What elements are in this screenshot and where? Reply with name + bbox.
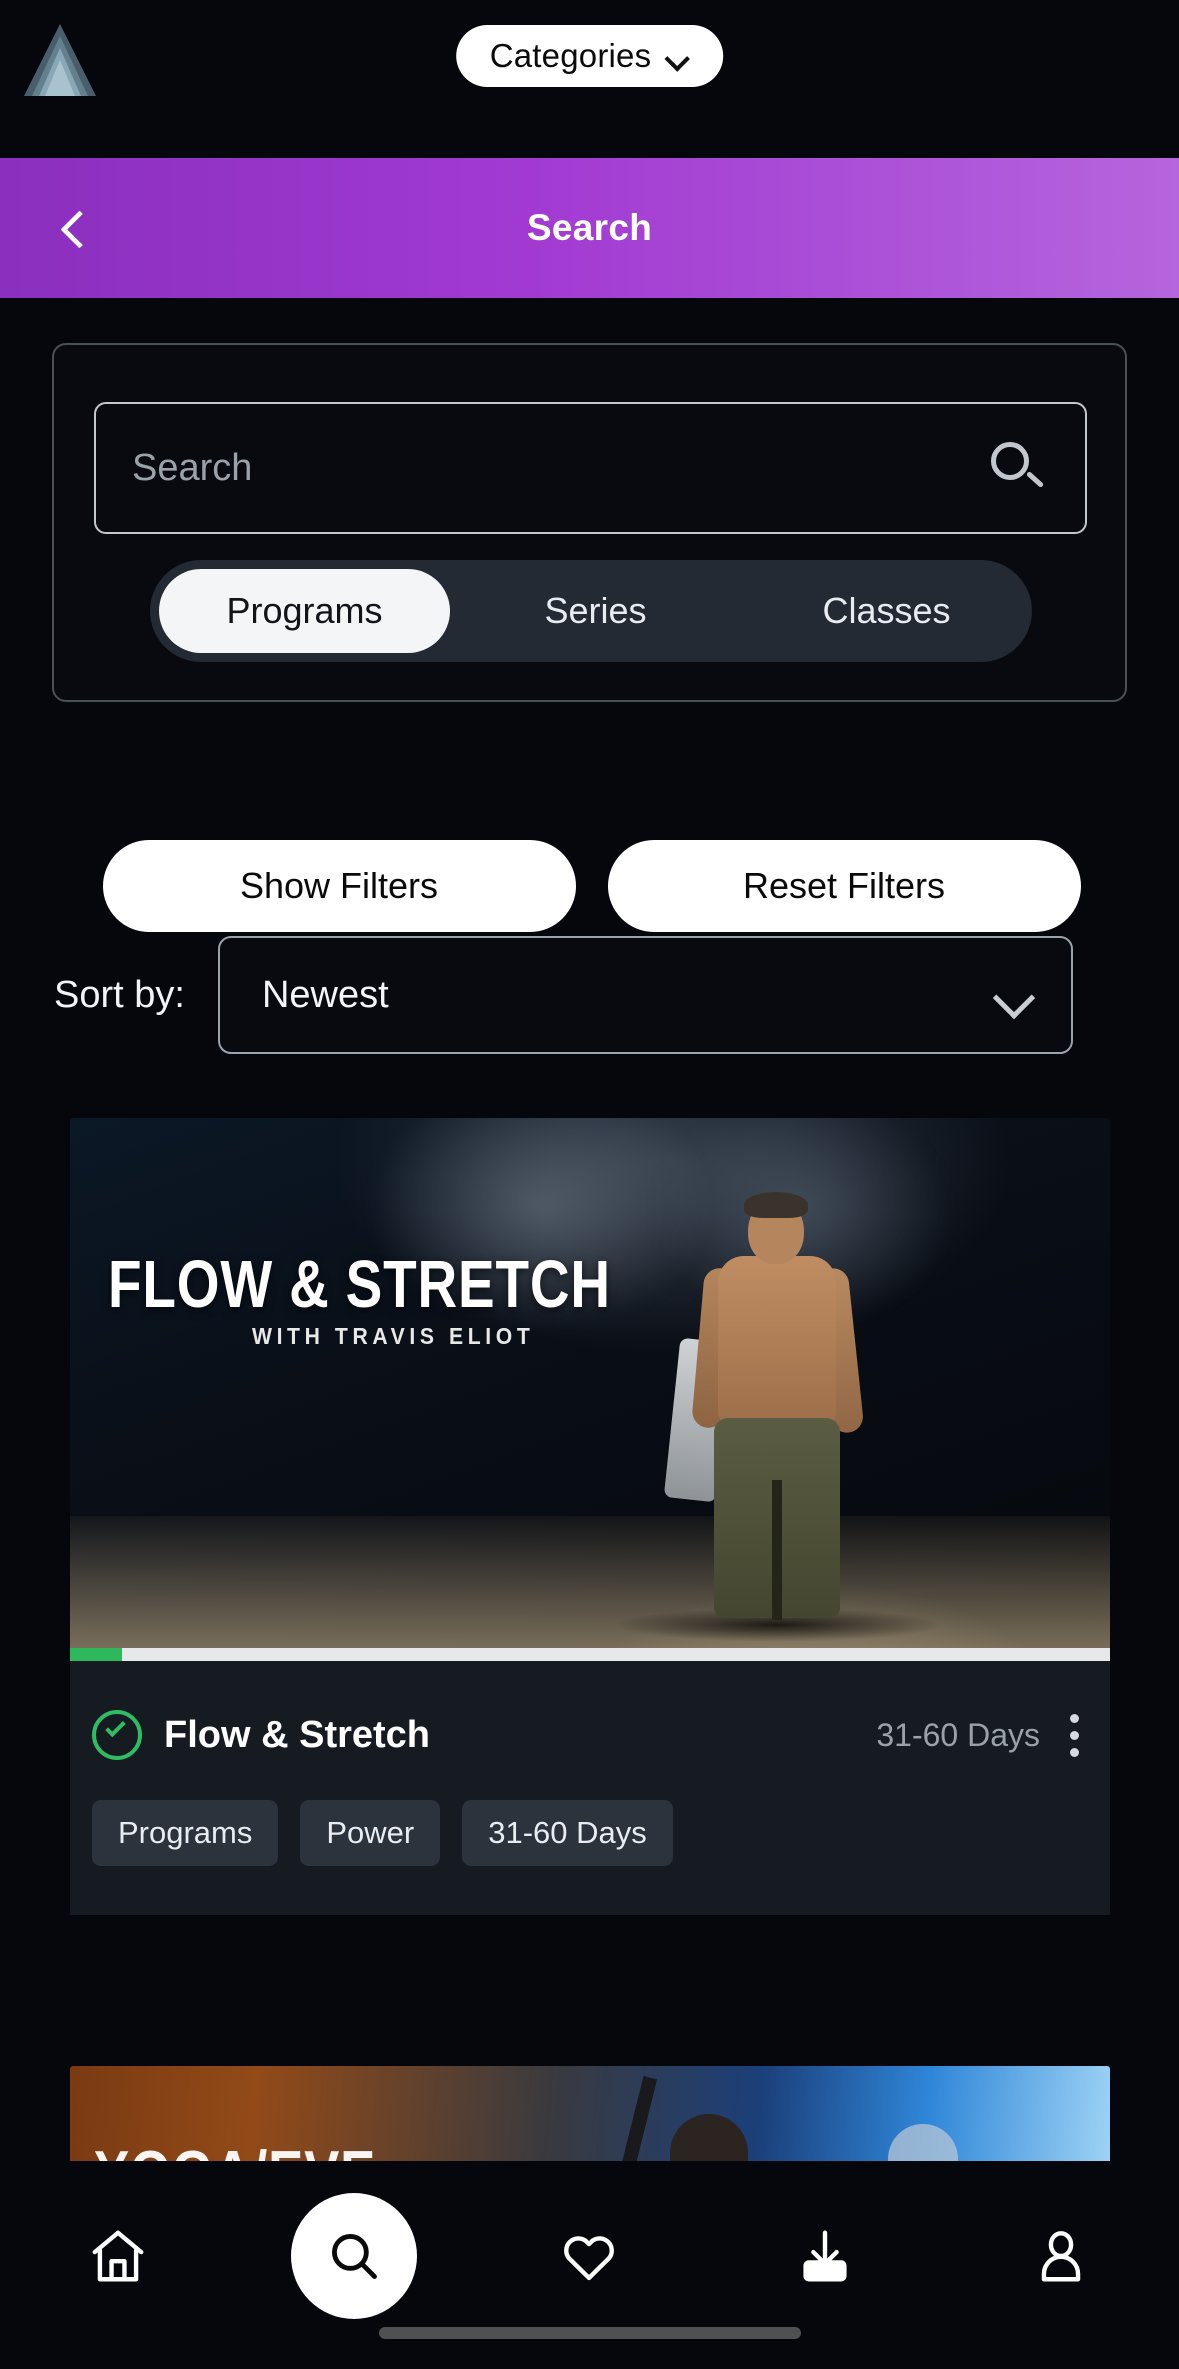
home-icon — [92, 2230, 144, 2282]
tab-series[interactable]: Series — [450, 569, 741, 653]
chevron-down-icon — [995, 983, 1035, 1007]
tag-chip[interactable]: Programs — [92, 1800, 279, 1866]
show-filters-button[interactable]: Show Filters — [102, 840, 576, 932]
top-bar: Categories — [0, 0, 1179, 158]
reset-filters-button[interactable]: Reset Filters — [607, 840, 1081, 932]
search-icon — [331, 2234, 377, 2279]
card-tag-row: Programs Power 31-60 Days — [92, 1800, 1092, 1866]
nav-downloads[interactable] — [735, 2191, 915, 2321]
tag-chip[interactable]: 31-60 Days — [462, 1800, 673, 1866]
artwork-title: FLOW & STRETCH — [108, 1247, 611, 1322]
home-indicator — [378, 2327, 801, 2339]
content-type-segmented-control[interactable]: Programs Series Classes — [150, 560, 1032, 662]
download-icon — [803, 2230, 847, 2282]
heart-icon — [564, 2236, 615, 2281]
progress-bar-fill — [70, 1648, 122, 1661]
pyramid-logo — [24, 24, 96, 96]
tab-classes[interactable]: Classes — [741, 569, 1032, 653]
search-input[interactable] — [96, 446, 989, 490]
tag-chip[interactable]: Power — [300, 1800, 441, 1866]
card-info-panel: Flow & Stretch 31-60 Days Programs Power… — [70, 1661, 1110, 1915]
search-icon[interactable] — [989, 440, 1045, 496]
check-circle-icon — [92, 1710, 142, 1760]
sort-by-select[interactable]: Newest — [217, 936, 1073, 1054]
sort-row: Sort by: Newest — [54, 935, 1129, 1055]
search-field-wrapper[interactable] — [94, 402, 1087, 534]
artwork-figure — [612, 1190, 942, 1642]
card-title: Flow & Stretch — [164, 1713, 431, 1756]
artwork-floor — [70, 1516, 1110, 1648]
app-screen: Categories Search Programs Series Classe… — [0, 0, 1179, 2369]
card-title-row: Flow & Stretch 31-60 Days — [70, 1697, 1110, 1773]
sort-by-label: Sort by: — [54, 973, 185, 1016]
page-title: Search — [526, 207, 653, 248]
nav-home[interactable] — [28, 2191, 208, 2321]
kebab-menu-icon[interactable] — [1070, 1710, 1080, 1760]
categories-dropdown[interactable]: Categories — [455, 25, 724, 87]
page-header: Search — [0, 158, 1179, 298]
nav-profile[interactable] — [971, 2191, 1151, 2321]
profile-icon — [1041, 2231, 1081, 2282]
progress-bar — [70, 1648, 1110, 1661]
filter-button-row: Show Filters Reset Filters — [54, 840, 1129, 932]
categories-label: Categories — [489, 37, 652, 74]
sort-by-value: Newest — [261, 973, 389, 1016]
nav-favorites[interactable] — [499, 2191, 679, 2321]
card-duration-label: 31-60 Days — [876, 1716, 1040, 1753]
chevron-down-icon — [667, 50, 689, 63]
artwork-subtitle: WITH TRAVIS ELIOT — [252, 1323, 535, 1349]
nav-search[interactable] — [264, 2191, 444, 2321]
back-button[interactable] — [56, 211, 90, 245]
tab-programs[interactable]: Programs — [159, 569, 450, 653]
card-artwork[interactable]: FLOW & STRETCH WITH TRAVIS ELIOT — [70, 1118, 1110, 1648]
search-panel: Programs Series Classes Show Filters Res… — [52, 343, 1127, 932]
